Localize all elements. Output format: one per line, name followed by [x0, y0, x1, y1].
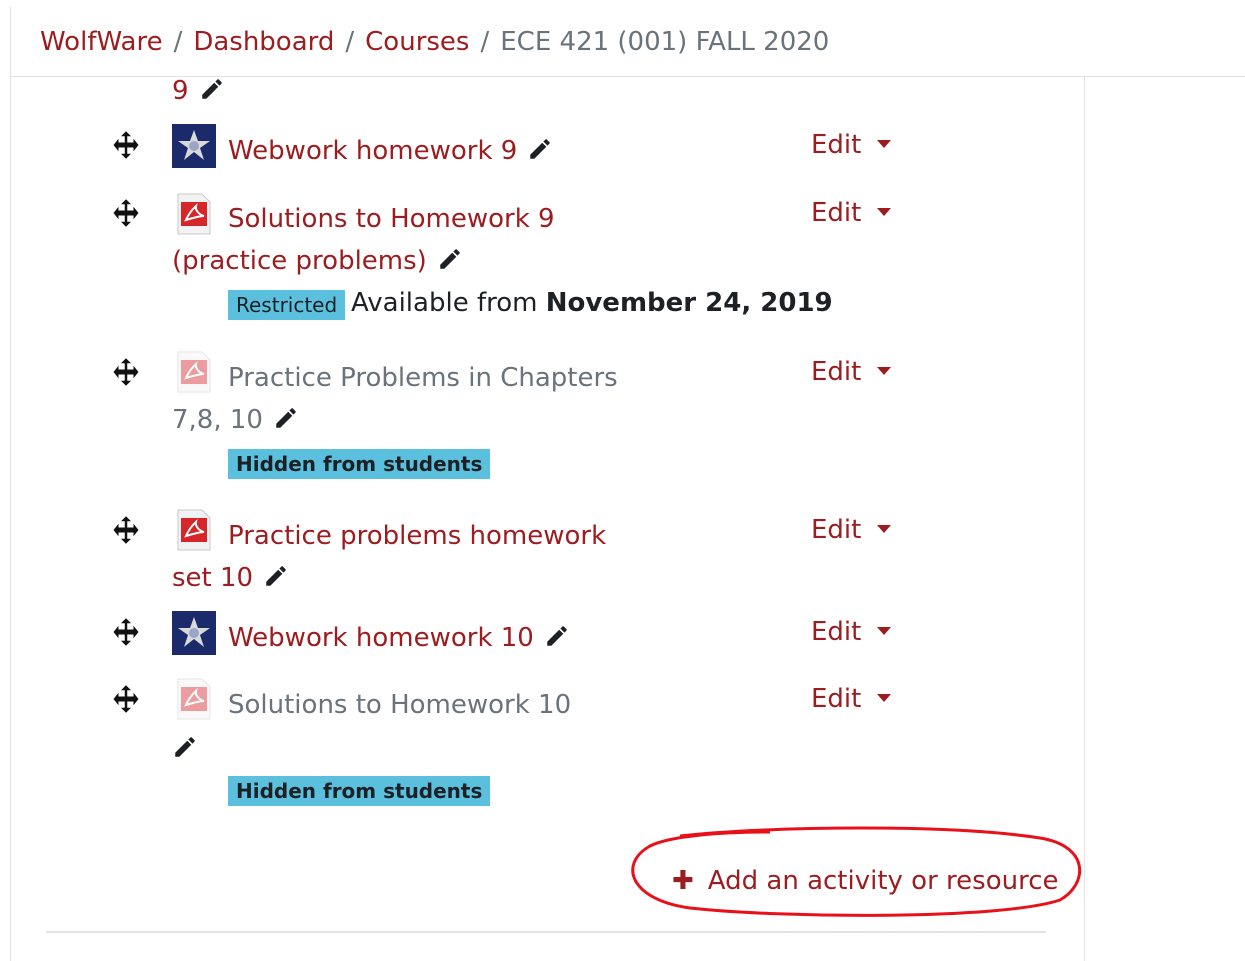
move-icon[interactable] [111, 617, 141, 647]
activity-name[interactable]: Webwork homework 10 [228, 623, 534, 653]
edit-label[interactable]: Edit [811, 617, 861, 647]
hidden-badge: Hidden from students [228, 449, 491, 479]
edit-label[interactable]: Edit [811, 357, 861, 387]
hidden-badge: Hidden from students [228, 776, 491, 806]
pencil-icon[interactable] [273, 405, 299, 431]
pdf-icon [177, 509, 211, 551]
caret-down-icon[interactable] [877, 525, 892, 533]
breadcrumb-separator: / [345, 27, 355, 57]
webwork-icon [172, 124, 216, 168]
move-icon[interactable] [111, 357, 141, 387]
breadcrumb-wolfware[interactable]: WolfWare [40, 27, 163, 57]
availability-date: November 24, 2019 [545, 288, 833, 318]
availability-text: Available from November 24, 2019 [351, 287, 833, 319]
edit-menu[interactable]: Edit [811, 130, 892, 160]
breadcrumb-bar: WolfWare / Dashboard / Courses / ECE 421 (001)… [10, 7, 1245, 77]
activity-name-line[interactable]: 9 [172, 76, 189, 106]
breadcrumb: WolfWare / Dashboard / Courses / ECE 421 (001)… [40, 26, 829, 58]
caret-down-icon[interactable] [877, 694, 892, 702]
activity-name-line[interactable]: set 10 [172, 563, 253, 593]
pdf-icon [177, 351, 211, 393]
breadcrumb-dashboard[interactable]: Dashboard [193, 27, 334, 57]
restricted-badge: Restricted [228, 290, 346, 320]
edit-menu[interactable]: Edit [811, 684, 892, 714]
activity-practice-chapters-line2[interactable]: 7,8, 10 [172, 403, 299, 437]
activity-solutions-hw10[interactable]: Solutions to Homework 10 [228, 688, 571, 722]
pencil-icon[interactable] [437, 246, 463, 272]
move-icon[interactable] [111, 515, 141, 545]
breadcrumb-separator: / [480, 27, 490, 57]
pdf-icon [177, 678, 211, 720]
edit-menu[interactable]: Edit [811, 357, 892, 387]
webwork-icon [172, 611, 216, 655]
pencil-icon[interactable] [527, 136, 553, 162]
edit-menu[interactable]: Edit [811, 515, 892, 545]
pencil-icon[interactable] [544, 623, 570, 649]
activity-webwork-10[interactable]: Webwork homework 10 [228, 621, 570, 655]
availability-prefix: Available from [351, 288, 538, 318]
caret-down-icon[interactable] [877, 140, 892, 148]
edit-label[interactable]: Edit [811, 198, 861, 228]
activity-practice-hw-line2[interactable]: set 10 [172, 561, 289, 595]
caret-down-icon[interactable] [877, 367, 892, 375]
move-icon[interactable] [111, 684, 141, 714]
section-divider [46, 931, 1046, 933]
edit-menu[interactable]: Edit [811, 617, 892, 647]
pencil-icon[interactable] [199, 76, 225, 102]
content-left-border [10, 77, 11, 961]
activity-solutions-hw9-line1[interactable]: Solutions to Homework 9 [228, 202, 555, 236]
breadcrumb-courses[interactable]: Courses [365, 27, 469, 57]
pdf-icon [177, 193, 211, 235]
activity-name-line[interactable]: (practice problems) [172, 246, 427, 276]
move-icon[interactable] [111, 130, 141, 160]
edit-label[interactable]: Edit [811, 130, 861, 160]
caret-down-icon[interactable] [877, 627, 892, 635]
edit-label[interactable]: Edit [811, 684, 861, 714]
activity-practice-chapters-line1[interactable]: Practice Problems in Chapters [228, 361, 618, 395]
activity-practice-hw-line1[interactable]: Practice problems homework [228, 519, 606, 553]
caret-down-icon[interactable] [877, 208, 892, 216]
pencil-icon[interactable] [263, 563, 289, 589]
red-circle-annotation [631, 826, 1082, 917]
activity-solutions-hw9-line2[interactable]: (practice problems) [172, 244, 463, 278]
move-icon[interactable] [111, 198, 141, 228]
edit-label[interactable]: Edit [811, 515, 861, 545]
breadcrumb-separator: / [173, 27, 183, 57]
edit-menu[interactable]: Edit [811, 198, 892, 228]
activity-name-line[interactable]: 7,8, 10 [172, 405, 263, 435]
activity-partial-name[interactable]: 9 [172, 74, 225, 108]
breadcrumb-current-course: ECE 421 (001) FALL 2020 [500, 27, 830, 57]
activity-name[interactable]: Webwork homework 9 [228, 136, 517, 166]
pencil-icon[interactable] [172, 734, 198, 760]
activity-webwork-9[interactable]: Webwork homework 9 [228, 134, 553, 168]
